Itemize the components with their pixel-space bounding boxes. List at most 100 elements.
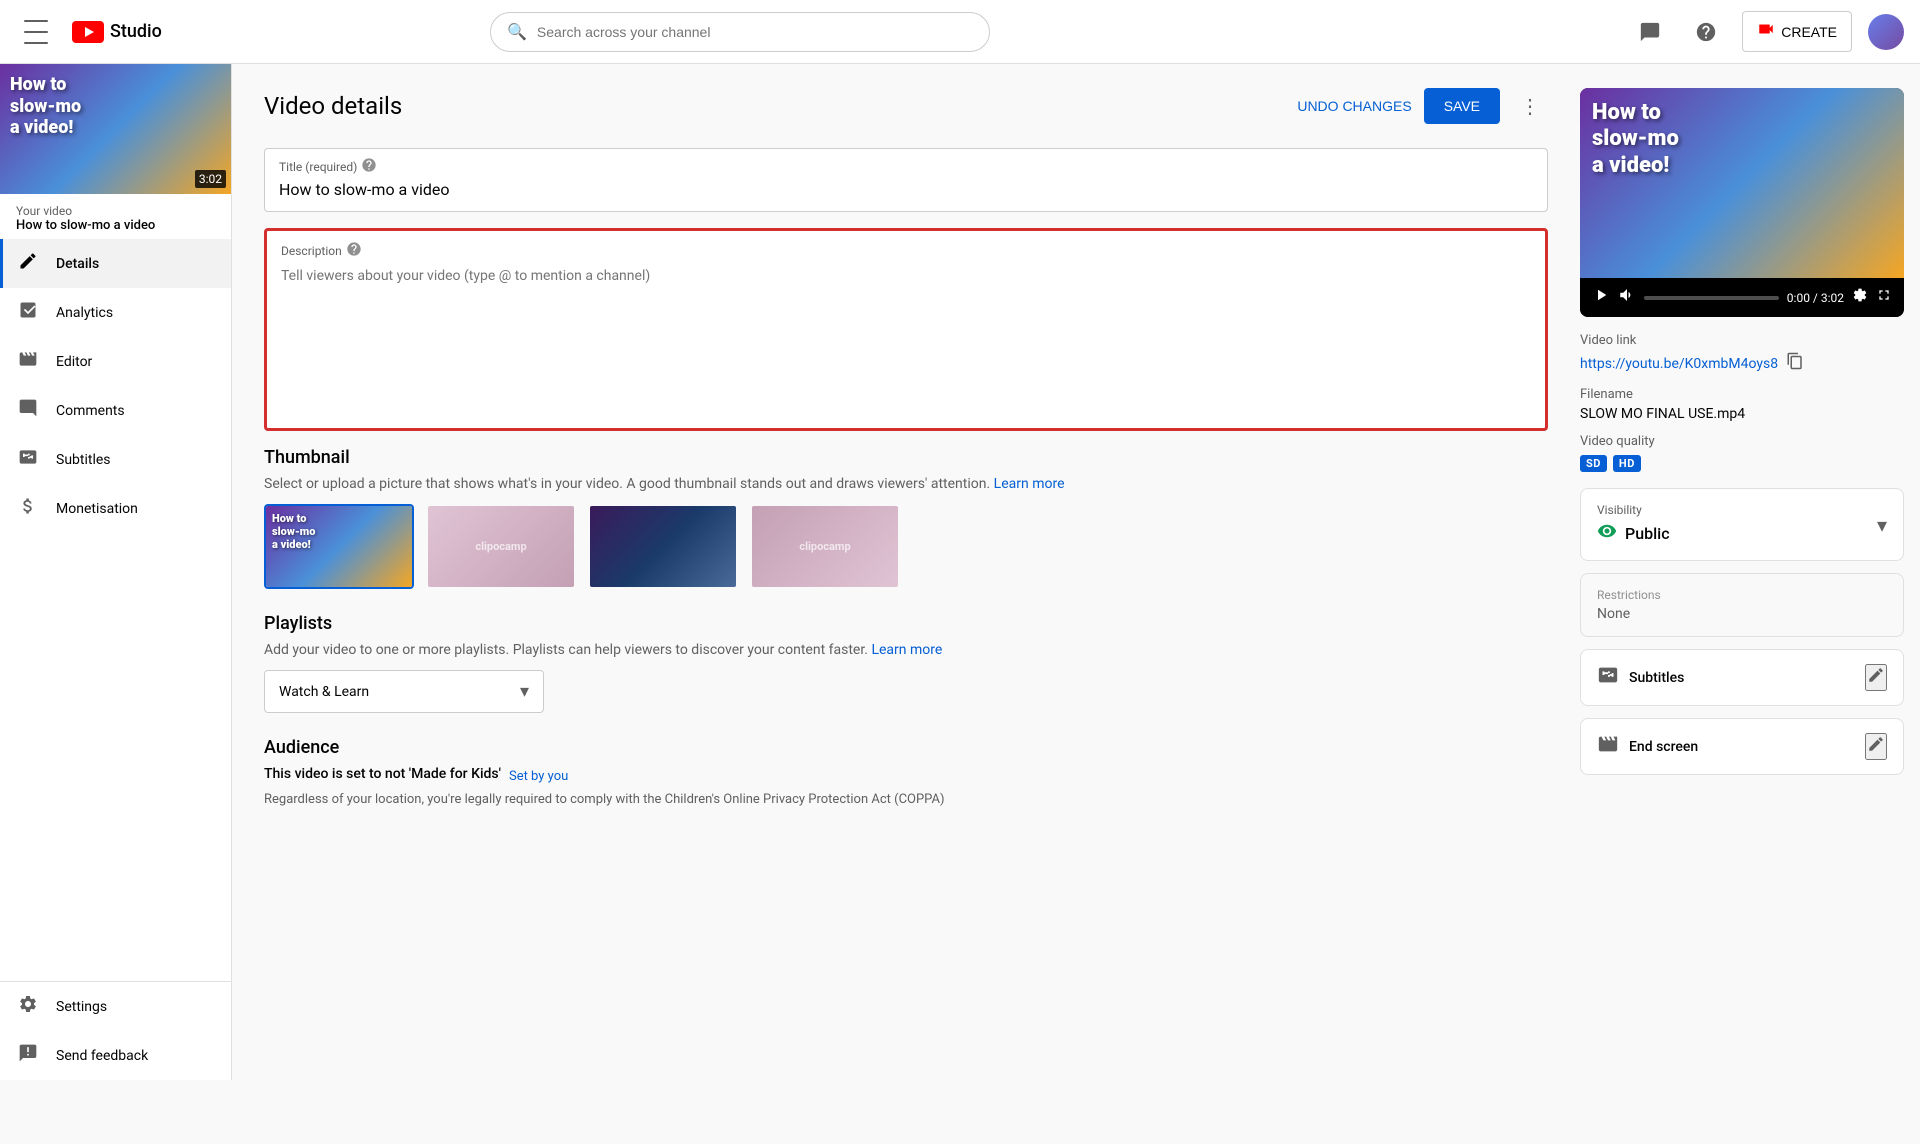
main-header: Video details UNDO CHANGES SAVE ⋮ — [264, 88, 1548, 124]
thumbnail-section: Thumbnail Select or upload a picture tha… — [264, 447, 1548, 589]
hamburger-icon — [24, 20, 48, 44]
sidebar-bottom: Settings Send feedback — [0, 981, 231, 1080]
sidebar-item-details[interactable]: Details — [0, 239, 231, 288]
playlists-learn-more[interactable]: Learn more — [871, 642, 942, 658]
analytics-icon — [16, 300, 40, 325]
description-field-box: Description — [264, 228, 1548, 431]
thumb1-text: How toslow-moa video! — [272, 512, 315, 552]
thumbnail-desc: Select or upload a picture that shows wh… — [264, 476, 1548, 492]
video-link-label: Video link — [1580, 333, 1904, 348]
end-screen-feature-name: End screen — [1629, 739, 1698, 755]
sidebar-video-info: Your video How to slow-mo a video — [0, 194, 231, 239]
video-link-row: https://youtu.be/K0xmbM4oys8 — [1580, 352, 1904, 375]
description-textarea[interactable] — [267, 264, 1545, 424]
description-label: Description — [281, 244, 342, 258]
save-button[interactable]: SAVE — [1424, 88, 1500, 124]
volume-button[interactable] — [1618, 286, 1636, 309]
audience-note-row: This video is set to not 'Made for Kids'… — [264, 766, 1548, 786]
subtitles-card[interactable]: Subtitles — [1580, 649, 1904, 706]
thumbnail-option-2[interactable]: clipocamp — [426, 504, 576, 589]
sidebar-item-subtitles[interactable]: Subtitles — [0, 435, 231, 484]
logo[interactable]: Studio — [72, 21, 162, 43]
thumbnail-option-4[interactable]: clipocamp — [750, 504, 900, 589]
subtitles-feature-icon — [1597, 664, 1619, 691]
end-screen-card[interactable]: End screen — [1580, 718, 1904, 775]
thumbnail-learn-more[interactable]: Learn more — [994, 476, 1065, 492]
chat-icon — [1639, 21, 1661, 43]
title-help-icon[interactable] — [361, 157, 377, 176]
chat-icon-button[interactable] — [1630, 12, 1670, 52]
sidebar-nav: Details Analytics Editor Comments — [0, 239, 231, 981]
progress-bar[interactable] — [1644, 296, 1779, 300]
sidebar-item-monetisation[interactable]: Monetisation — [0, 484, 231, 533]
audience-desc: Regardless of your location, you're lega… — [264, 792, 1548, 807]
help-icon-button[interactable] — [1686, 12, 1726, 52]
settings-button[interactable] — [1852, 287, 1868, 308]
editor-icon — [16, 349, 40, 374]
playlists-section-title: Playlists — [264, 613, 1548, 634]
clipocamp-logo-2: clipocamp — [475, 540, 526, 553]
restrictions-value: None — [1597, 606, 1887, 622]
sidebar-video-thumbnail[interactable]: How toslow-moa video! 3:02 — [0, 64, 231, 194]
set-by-you-link[interactable]: Set by you — [509, 769, 568, 784]
details-icon — [16, 251, 40, 276]
video-duration: 3:02 — [195, 170, 226, 188]
quality-label: Video quality — [1580, 434, 1904, 449]
comments-label: Comments — [56, 403, 125, 419]
subtitles-left: Subtitles — [1597, 664, 1684, 691]
quality-badges: SD HD — [1580, 455, 1904, 472]
play-button[interactable] — [1592, 286, 1610, 309]
editor-label: Editor — [56, 354, 92, 370]
create-icon — [1757, 20, 1775, 38]
main-content: Video details UNDO CHANGES SAVE ⋮ Title … — [232, 64, 1580, 1080]
visibility-value: Public — [1625, 524, 1670, 543]
sidebar-item-settings[interactable]: Settings — [0, 982, 231, 1031]
public-eye-icon — [1597, 521, 1617, 546]
video-link-section: Video link https://youtu.be/K0xmbM4oys8 — [1580, 333, 1904, 375]
layout: How toslow-moa video! 3:02 Your video Ho… — [0, 64, 1920, 1080]
video-preview-thumb: How toslow-moa video! — [1580, 88, 1904, 278]
right-panel: How toslow-moa video! 0:00 / 3:02 — [1580, 64, 1920, 1080]
create-button[interactable]: CREATE — [1742, 11, 1852, 52]
send-feedback-icon — [16, 1043, 40, 1068]
fullscreen-button[interactable] — [1876, 287, 1892, 308]
end-screen-left: End screen — [1597, 733, 1698, 760]
end-screen-edit-button[interactable] — [1865, 733, 1887, 760]
subtitles-edit-button[interactable] — [1865, 664, 1887, 691]
undo-changes-button[interactable]: UNDO CHANGES — [1297, 98, 1411, 114]
search-icon: 🔍 — [507, 22, 527, 41]
page-title: Video details — [264, 92, 402, 120]
playlist-dropdown[interactable]: Watch & Learn ▾ — [264, 670, 544, 713]
description-help-icon[interactable] — [346, 241, 362, 260]
search-input[interactable] — [537, 24, 973, 40]
copy-link-button[interactable] — [1786, 352, 1804, 375]
video-thumb-overlay-text: How toslow-moa video! — [1592, 100, 1679, 179]
topnav-left: Studio — [16, 12, 162, 52]
your-video-label: Your video — [16, 204, 215, 218]
thumbnail-image: How toslow-moa video! 3:02 — [0, 64, 232, 194]
description-label-row: Description — [267, 231, 1545, 264]
thumbnail-option-3[interactable] — [588, 504, 738, 589]
sidebar-item-analytics[interactable]: Analytics — [0, 288, 231, 337]
sidebar-item-send-feedback[interactable]: Send feedback — [0, 1031, 231, 1080]
sidebar-item-comments[interactable]: Comments — [0, 386, 231, 435]
sidebar-item-editor[interactable]: Editor — [0, 337, 231, 386]
filename-label: Filename — [1580, 387, 1904, 402]
quality-badge-hd: HD — [1613, 455, 1641, 472]
thumbnail-section-title: Thumbnail — [264, 447, 1548, 468]
quality-badge-sd: SD — [1580, 455, 1607, 472]
avatar[interactable] — [1868, 14, 1904, 50]
filename-value: SLOW MO FINAL USE.mp4 — [1580, 406, 1904, 422]
title-value[interactable]: How to slow-mo a video — [265, 180, 1547, 211]
playlists-section: Playlists Add your video to one or more … — [264, 613, 1548, 713]
more-options-button[interactable]: ⋮ — [1512, 88, 1548, 124]
visibility-card[interactable]: Visibility Public ▾ — [1580, 488, 1904, 561]
video-link-url[interactable]: https://youtu.be/K0xmbM4oys8 — [1580, 356, 1778, 372]
video-quality-section: Video quality SD HD — [1580, 434, 1904, 472]
volume-icon — [1618, 286, 1636, 304]
search-bar[interactable]: 🔍 — [490, 12, 990, 52]
hamburger-menu[interactable] — [16, 12, 56, 52]
playlist-chevron-icon: ▾ — [520, 681, 529, 702]
thumbnail-option-1[interactable]: How toslow-moa video! — [264, 504, 414, 589]
topnav-right: CREATE — [1630, 11, 1904, 52]
